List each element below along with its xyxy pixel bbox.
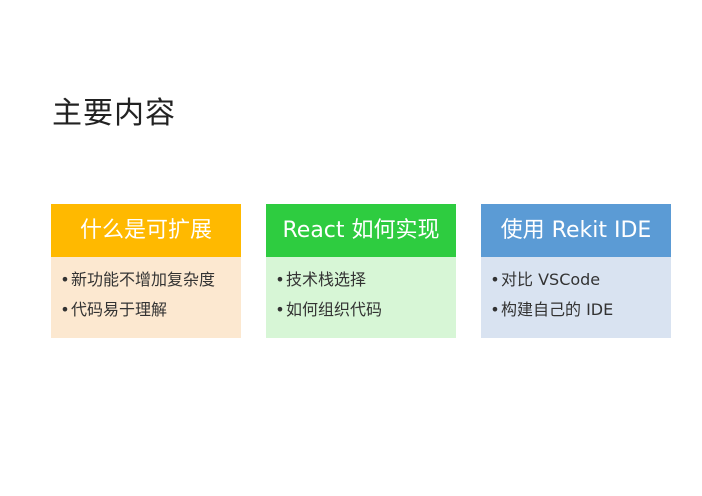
list-item: •对比 VSCode	[489, 265, 671, 295]
bullet-icon: •	[60, 300, 70, 319]
list-item-text: 构建自己的 IDE	[501, 300, 614, 319]
card-extensibility: 什么是可扩展 •新功能不增加复杂度 •代码易于理解	[51, 204, 241, 338]
card-body: •对比 VSCode •构建自己的 IDE	[481, 257, 671, 338]
list-item: •如何组织代码	[274, 295, 456, 325]
card-body: •技术栈选择 •如何组织代码	[266, 257, 456, 338]
card-react-implementation: React 如何实现 •技术栈选择 •如何组织代码	[266, 204, 456, 338]
bullet-icon: •	[490, 270, 500, 289]
bullet-icon: •	[275, 300, 285, 319]
list-item: •构建自己的 IDE	[489, 295, 671, 325]
list-item-text: 新功能不增加复杂度	[71, 270, 216, 289]
list-item-text: 技术栈选择	[286, 270, 367, 289]
list-item-text: 对比 VSCode	[501, 270, 601, 289]
card-header: 使用 Rekit IDE	[481, 204, 671, 257]
list-item-text: 如何组织代码	[286, 300, 383, 319]
card-rekit-ide: 使用 Rekit IDE •对比 VSCode •构建自己的 IDE	[481, 204, 671, 338]
list-item: •新功能不增加复杂度	[59, 265, 241, 295]
slide-title: 主要内容	[52, 96, 176, 131]
card-header: React 如何实现	[266, 204, 456, 257]
bullet-icon: •	[60, 270, 70, 289]
card-body: •新功能不增加复杂度 •代码易于理解	[51, 257, 241, 338]
list-item-text: 代码易于理解	[71, 300, 168, 319]
list-item: •技术栈选择	[274, 265, 456, 295]
card-header: 什么是可扩展	[51, 204, 241, 257]
list-item: •代码易于理解	[59, 295, 241, 325]
bullet-icon: •	[275, 270, 285, 289]
bullet-icon: •	[490, 300, 500, 319]
